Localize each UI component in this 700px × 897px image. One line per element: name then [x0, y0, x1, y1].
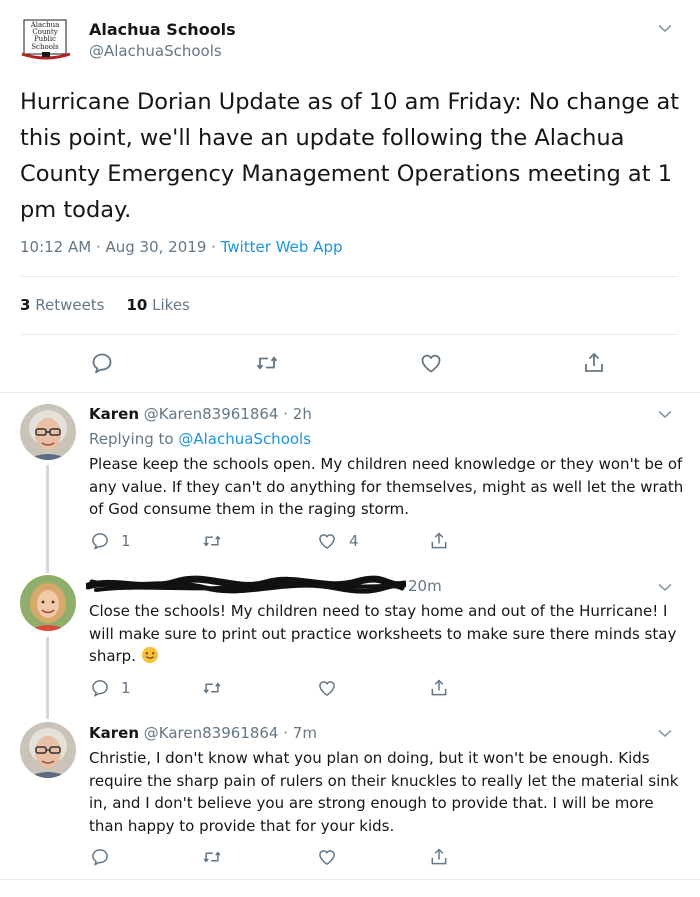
like-button[interactable] [317, 531, 337, 551]
retweets-label: Retweets [35, 296, 105, 314]
tweet-text: Hurricane Dorian Update as of 10 am Frid… [20, 89, 680, 223]
like-button[interactable] [317, 847, 337, 867]
divider [20, 276, 678, 277]
reply-text-body: Close the schools! My children need to s… [89, 602, 677, 665]
divider [0, 879, 700, 880]
reply-handle-time[interactable]: @Karen83961864 · 2h [144, 405, 312, 423]
share-button[interactable] [429, 847, 449, 867]
avatar-christie[interactable] [20, 575, 76, 631]
retweet-button[interactable] [202, 531, 222, 551]
likes-label: Likes [152, 296, 190, 314]
like-count: 4 [349, 532, 359, 550]
reply-author-name[interactable]: Karen [89, 724, 139, 742]
likes-stat[interactable]: 10 Likes [127, 296, 190, 314]
reply-time[interactable]: 20m [408, 577, 442, 595]
retweets-stat[interactable]: 3 Retweets [20, 296, 105, 314]
reply-count: 1 [121, 679, 131, 697]
tweet-meta: 10:12 AM · Aug 30, 2019 · Twitter Web Ap… [20, 238, 343, 256]
retweet-button[interactable] [255, 351, 279, 375]
reply-icon [90, 678, 110, 698]
reply-button[interactable] [90, 351, 114, 375]
tweet-timestamp[interactable]: 10:12 AM · Aug 30, 2019 · [20, 238, 221, 256]
reply-handle-time[interactable]: @Karen83961864 · 7m [144, 724, 317, 742]
share-icon [582, 351, 606, 375]
author-name[interactable]: Alachua Schools [89, 20, 236, 39]
tweet-stats: 3 Retweets 10 Likes [20, 296, 190, 314]
heart-icon [419, 351, 443, 375]
divider [20, 334, 678, 335]
share-icon [429, 847, 449, 867]
thread-line [46, 465, 49, 573]
avatar-karen[interactable] [20, 722, 76, 778]
like-button[interactable] [419, 351, 443, 375]
reply-1-header: Karen @Karen83961864 · 2h [89, 405, 312, 423]
reply-icon [90, 351, 114, 375]
like-button[interactable] [317, 678, 337, 698]
avatar-karen[interactable] [20, 404, 76, 460]
main-tweet: Alachua County Public Schools Alachua Sc… [0, 0, 700, 393]
chevron-down-icon[interactable] [658, 410, 672, 419]
reply-count: 1 [121, 532, 131, 550]
likes-count: 10 [126, 296, 148, 314]
author-handle[interactable]: @AlachuaSchools [89, 42, 222, 60]
chevron-down-icon[interactable] [658, 24, 672, 33]
replying-to: Replying to @AlachuaSchools [89, 430, 311, 448]
reply-icon [90, 847, 110, 867]
retweet-icon [202, 847, 222, 867]
redaction-scribble [86, 575, 406, 594]
share-button[interactable] [429, 678, 449, 698]
retweets-count: 3 [20, 296, 31, 314]
replying-to-link[interactable]: @AlachuaSchools [178, 430, 311, 448]
reply-author-name[interactable]: Karen [89, 405, 139, 423]
thread-line [46, 637, 49, 719]
share-icon [429, 531, 449, 551]
heart-icon [317, 678, 337, 698]
share-button[interactable] [582, 351, 606, 375]
svg-text:Schools: Schools [31, 43, 59, 51]
reply-button[interactable] [90, 847, 110, 867]
chevron-down-icon[interactable] [658, 729, 672, 738]
chevron-down-icon[interactable] [658, 583, 672, 592]
replying-to-prefix: Replying to [89, 430, 179, 448]
reply-3-header: Karen @Karen83961864 · 7m [89, 724, 317, 742]
retweet-button[interactable] [202, 678, 222, 698]
retweet-icon [202, 678, 222, 698]
reply-text: Christie, I don't know what you plan on … [89, 749, 679, 835]
share-icon [429, 678, 449, 698]
reply-text: Please keep the schools open. My childre… [89, 455, 684, 518]
reply-icon [90, 531, 110, 551]
retweet-icon [255, 351, 279, 375]
retweet-icon [202, 531, 222, 551]
retweet-button[interactable] [202, 847, 222, 867]
heart-icon [317, 847, 337, 867]
alachua-schools-logo[interactable]: Alachua County Public Schools [20, 18, 72, 62]
svg-text:Public: Public [34, 35, 56, 43]
smiling-face-emoji [141, 646, 158, 664]
reply-button[interactable] [90, 678, 110, 698]
reply-text: Close the schools! My children need to s… [89, 600, 684, 668]
tweet-source-link[interactable]: Twitter Web App [221, 238, 343, 256]
heart-icon [317, 531, 337, 551]
reply-button[interactable] [90, 531, 110, 551]
share-button[interactable] [429, 531, 449, 551]
